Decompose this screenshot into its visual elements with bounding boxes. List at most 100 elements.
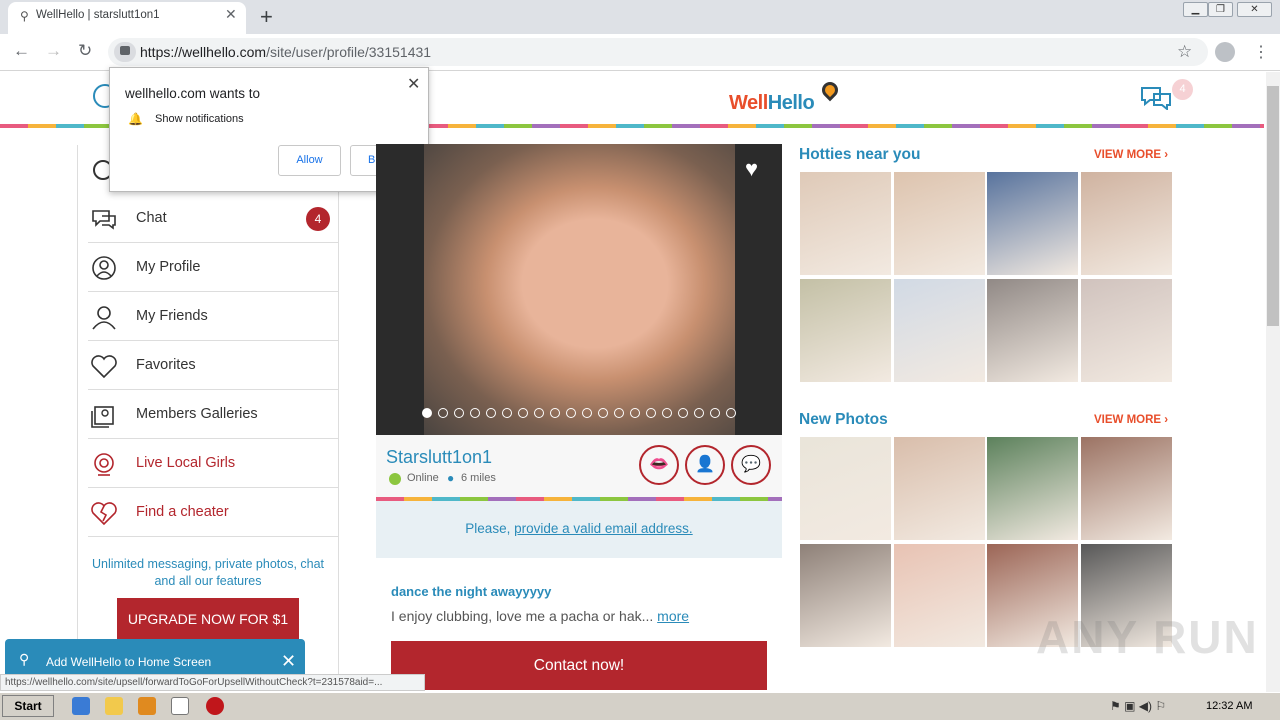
lips-icon: 👄 (649, 456, 669, 473)
photo-thumbnail[interactable] (987, 437, 1078, 540)
new-photos-title: New Photos (799, 411, 888, 428)
view-more-hotties-link[interactable]: VIEW MORE › (1094, 149, 1168, 161)
chat-bubbles-icon[interactable] (1140, 86, 1172, 110)
minimize-button[interactable]: ▁ (1183, 2, 1208, 17)
tray-icons[interactable]: ⚑ ▣ ◀) ⚐ (1110, 699, 1166, 713)
carousel-dot[interactable] (694, 408, 704, 418)
carousel-dot[interactable] (454, 408, 464, 418)
sidebar-item-live-local-girls[interactable]: Live Local Girls (88, 439, 338, 488)
sidebar-item-my-friends[interactable]: My Friends (88, 292, 338, 341)
photo-thumbnail[interactable] (800, 279, 891, 382)
sidebar-item-label: Favorites (136, 357, 196, 373)
close-icon[interactable]: ✕ (281, 651, 296, 672)
photo-thumbnail[interactable] (800, 544, 891, 647)
carousel-dot[interactable] (502, 408, 512, 418)
sidebar-item-members-galleries[interactable]: Members Galleries (88, 390, 338, 439)
view-more-photos-link[interactable]: VIEW MORE › (1094, 414, 1168, 426)
lock-glyph-icon (120, 46, 130, 55)
provide-email-link[interactable]: provide a valid email address. (514, 521, 693, 536)
security-app-icon[interactable] (206, 697, 224, 715)
carousel-dot[interactable] (582, 408, 592, 418)
sidebar-item-favorites[interactable]: Favorites (88, 341, 338, 390)
distance: 6 miles (461, 472, 496, 484)
status-bar-url: https://wellhello.com/site/upsell/forwar… (0, 674, 425, 691)
photo-thumbnail[interactable] (1081, 437, 1172, 540)
bookmark-star-icon[interactable]: ☆ (1177, 42, 1192, 62)
watermark: ANY RUN (1036, 611, 1259, 663)
message-button[interactable]: 💬 (731, 445, 771, 485)
reload-icon[interactable]: ↻ (78, 41, 92, 61)
carousel-dot[interactable] (662, 408, 672, 418)
photo-thumbnail[interactable] (894, 172, 985, 275)
url-text[interactable]: https://wellhello.com/site/user/profile/… (140, 44, 431, 60)
media-player-icon[interactable] (138, 697, 156, 715)
close-tab-icon[interactable]: ✕ (225, 6, 237, 23)
carousel-dot[interactable] (534, 408, 544, 418)
close-icon[interactable]: ✕ (407, 74, 420, 94)
new-tab-button[interactable]: + (260, 4, 273, 30)
pin-icon: ⚲ (19, 651, 30, 667)
kiss-button[interactable]: 👄 (639, 445, 679, 485)
carousel-dot[interactable] (518, 408, 528, 418)
more-link[interactable]: more (657, 608, 689, 624)
message-icon: 💬 (741, 456, 761, 473)
site-logo[interactable]: WellHello (729, 92, 815, 115)
close-window-button[interactable]: ✕ (1237, 2, 1272, 17)
allow-button[interactable]: Allow (278, 145, 341, 176)
add-to-home-screen-label: Add WellHello to Home Screen (46, 655, 212, 669)
carousel-dot[interactable] (614, 408, 624, 418)
chat-count-badge: 4 (306, 207, 330, 231)
explorer-icon[interactable] (105, 697, 123, 715)
forward-icon[interactable]: → (45, 41, 62, 61)
add-friend-button[interactable]: 👤 (685, 445, 725, 485)
sidebar-item-my-profile[interactable]: My Profile (88, 243, 338, 292)
carousel-dot[interactable] (422, 408, 432, 418)
profile-photo[interactable] (424, 144, 735, 435)
back-icon[interactable]: ← (13, 41, 30, 61)
about-text: I enjoy clubbing, love me a pacha or hak… (391, 608, 654, 624)
heart-icon (91, 355, 117, 379)
sidebar-item-chat[interactable]: Chat 4 (88, 194, 338, 243)
upgrade-button[interactable]: UPGRADE NOW FOR $1 (117, 598, 299, 640)
contact-now-button[interactable]: Contact now! (391, 641, 767, 690)
friend-icon (92, 306, 116, 330)
sidebar-item-label: Find a cheater (136, 504, 229, 520)
photo-thumbnail[interactable] (894, 544, 985, 647)
menu-kebab-icon[interactable]: ⋮ (1253, 42, 1269, 62)
carousel-dot[interactable] (646, 408, 656, 418)
carousel-dot[interactable] (598, 408, 608, 418)
carousel-dot[interactable] (470, 408, 480, 418)
taskbar (0, 692, 1280, 720)
photo-thumbnail[interactable] (894, 437, 985, 540)
photo-thumbnail[interactable] (1081, 172, 1172, 275)
ie-icon[interactable] (72, 697, 90, 715)
favorite-heart-icon[interactable]: ♥ (745, 156, 758, 182)
sidebar-item-find-a-cheater[interactable]: Find a cheater (88, 488, 338, 537)
carousel-dot[interactable] (486, 408, 496, 418)
carousel-dot[interactable] (566, 408, 576, 418)
carousel-dot[interactable] (678, 408, 688, 418)
url-path: /site/user/profile/33151431 (266, 44, 432, 60)
photo-thumbnail[interactable] (987, 279, 1078, 382)
account-icon[interactable] (1215, 42, 1235, 62)
carousel-dot[interactable] (630, 408, 640, 418)
location-pin-icon: ⚲ (20, 9, 29, 23)
sidebar-item-label: My Profile (136, 259, 201, 275)
start-button[interactable]: Start (2, 695, 54, 717)
carousel-dot[interactable] (438, 408, 448, 418)
carousel-dot[interactable] (726, 408, 736, 418)
photo-thumbnail[interactable] (800, 437, 891, 540)
scrollbar-thumb[interactable] (1267, 86, 1279, 326)
photo-thumbnail[interactable] (1081, 279, 1172, 382)
carousel-dot[interactable] (710, 408, 720, 418)
online-status: Online (407, 472, 439, 484)
broken-heart-icon (91, 502, 117, 526)
photo-thumbnail[interactable] (800, 172, 891, 275)
maximize-button[interactable]: ❐ (1208, 2, 1233, 17)
carousel-dot[interactable] (550, 408, 560, 418)
sidebar-item-label: Members Galleries (136, 406, 258, 422)
photo-thumbnail[interactable] (987, 172, 1078, 275)
photo-thumbnail[interactable] (894, 279, 985, 382)
sidebar-item-label: My Friends (136, 308, 208, 324)
chrome-icon[interactable] (171, 697, 189, 715)
